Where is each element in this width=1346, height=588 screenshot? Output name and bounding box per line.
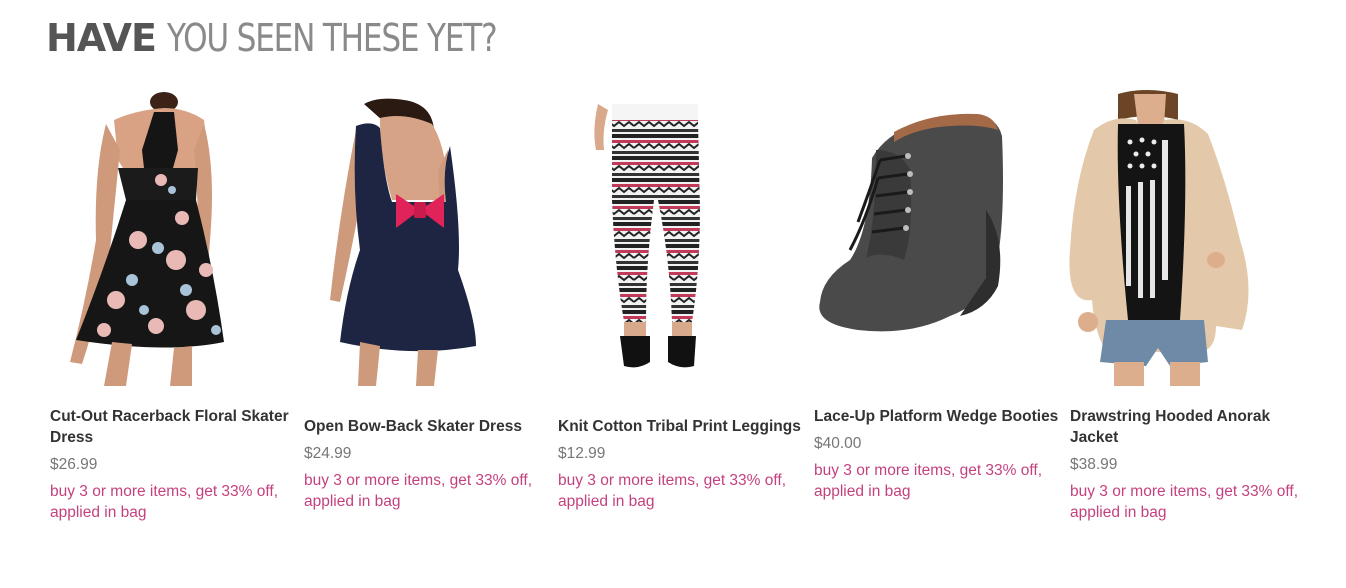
product-name[interactable]: Knit Cotton Tribal Print Leggings [558, 416, 806, 437]
product-image-tribal-leggings[interactable] [554, 90, 806, 386]
product-card[interactable]: Knit Cotton Tribal Print Leggings $12.99… [554, 90, 806, 530]
product-promo: buy 3 or more items, get 33% off, applie… [304, 472, 533, 510]
product-promo: buy 3 or more items, get 33% off, applie… [1070, 483, 1299, 521]
product-price: $40.00 [814, 435, 862, 452]
product-name[interactable]: Lace-Up Platform Wedge Booties [814, 406, 1062, 427]
section-title: HAVE YOU SEEN THESE YET? [46, 14, 568, 62]
product-card[interactable]: Open Bow-Back Skater Dress $24.99 buy 3 … [300, 90, 552, 530]
product-price: $26.99 [50, 456, 98, 473]
product-image-bow-dress[interactable] [300, 90, 552, 386]
product-promo: buy 3 or more items, get 33% off, applie… [558, 472, 787, 510]
product-price: $38.99 [1070, 456, 1118, 473]
product-name[interactable]: Open Bow-Back Skater Dress [304, 416, 552, 437]
product-image-wedge-booties[interactable] [810, 90, 1062, 386]
product-card[interactable]: Cut-Out Racerback Floral Skater Dress $2… [46, 90, 298, 530]
product-card[interactable]: Drawstring Hooded Anorak Jacket $38.99 b… [1066, 90, 1318, 530]
product-price: $24.99 [304, 445, 352, 462]
section-title-bold: HAVE [46, 16, 157, 60]
product-name[interactable]: Cut-Out Racerback Floral Skater Dress [50, 406, 298, 448]
product-name[interactable]: Drawstring Hooded Anorak Jacket [1070, 406, 1318, 448]
product-promo: buy 3 or more items, get 33% off, applie… [814, 462, 1043, 500]
product-image-floral-dress[interactable] [46, 90, 298, 386]
product-price: $12.99 [558, 445, 606, 462]
product-image-anorak-jacket[interactable] [1066, 90, 1318, 386]
product-promo: buy 3 or more items, get 33% off, applie… [50, 483, 279, 521]
product-card[interactable]: Lace-Up Platform Wedge Booties $40.00 bu… [810, 90, 1062, 530]
section-title-light: YOU SEEN THESE YET? [166, 16, 498, 60]
